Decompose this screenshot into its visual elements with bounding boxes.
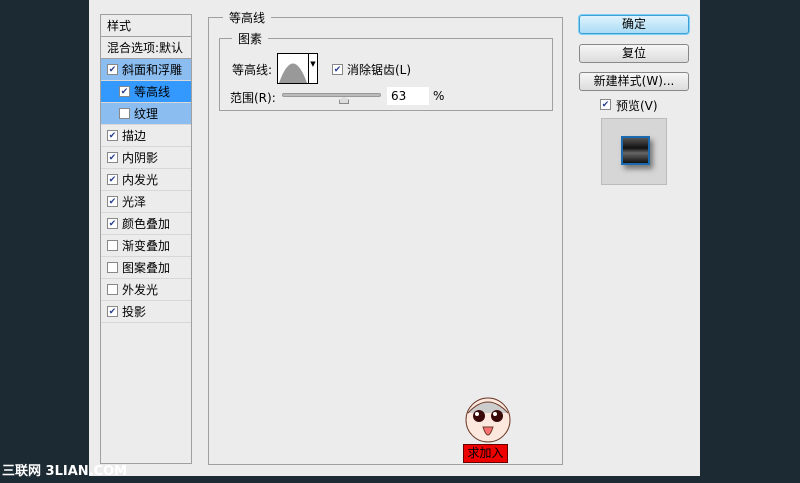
range-input[interactable]: 63 xyxy=(387,87,429,105)
group-title: 图素 xyxy=(232,30,269,47)
style-item-label: 图案叠加 xyxy=(122,260,171,275)
style-item[interactable]: ✔ 内阴影 xyxy=(101,147,191,169)
style-checkbox[interactable]: ✔ xyxy=(119,86,130,97)
style-item-label: 纹理 xyxy=(134,106,159,121)
style-item[interactable]: ✔ 描边 xyxy=(101,125,191,147)
contour-curve-icon xyxy=(279,63,307,83)
style-checkbox[interactable] xyxy=(107,240,118,251)
chevron-down-icon[interactable]: ▼ xyxy=(308,54,317,83)
sticker-label: 求加入 xyxy=(463,444,508,463)
reset-button[interactable]: 复位 xyxy=(579,44,689,63)
style-item-label: 内阴影 xyxy=(122,150,159,165)
style-checkbox[interactable]: ✔ xyxy=(107,306,118,317)
style-checkbox[interactable]: ✔ xyxy=(107,130,118,141)
ok-button[interactable]: 确定 xyxy=(579,15,689,34)
preview-label: 预览(V) xyxy=(616,99,658,113)
contour-label: 等高线: xyxy=(232,63,273,77)
range-slider[interactable] xyxy=(282,93,381,104)
style-item-label: 光泽 xyxy=(122,194,147,209)
blending-options-label: 混合选项:默认 xyxy=(107,40,184,55)
style-checkbox[interactable]: ✔ xyxy=(107,218,118,229)
style-checkbox[interactable]: ✔ xyxy=(107,174,118,185)
style-preview xyxy=(601,118,667,185)
styles-header[interactable]: 样式 xyxy=(101,15,191,37)
contour-picker[interactable]: ▼ xyxy=(277,53,318,84)
range-label: 范围(R): xyxy=(230,91,276,105)
style-item-label: 渐变叠加 xyxy=(122,238,171,253)
style-checkbox[interactable]: ✔ xyxy=(107,64,118,75)
style-checkbox[interactable] xyxy=(107,284,118,295)
style-item[interactable]: ✔ 颜色叠加 xyxy=(101,213,191,235)
cartoon-face-icon xyxy=(465,397,511,443)
style-item[interactable]: ✔ 投影 xyxy=(101,301,191,323)
style-item-label: 等高线 xyxy=(134,84,171,99)
style-item[interactable]: ✔ 斜面和浮雕 xyxy=(101,59,191,81)
style-item[interactable]: 图案叠加 xyxy=(101,257,191,279)
preview-checkbox[interactable]: ✔ xyxy=(600,99,611,110)
style-checkbox[interactable]: ✔ xyxy=(107,152,118,163)
style-item-label: 斜面和浮雕 xyxy=(122,62,183,77)
sticker-image: 求加入 xyxy=(460,393,516,466)
new-style-button[interactable]: 新建样式(W)... xyxy=(579,72,689,91)
elements-group: 图素 等高线: ▼ ✔ 消除锯齿(L) 范围(R): 63 % xyxy=(219,30,553,111)
styles-list: 样式 混合选项:默认 ✔ 斜面和浮雕 ✔ 等高线纹理 ✔ 描边 ✔ 内阴影 ✔ 内发光 ✔ 光泽 ✔ 颜色… xyxy=(100,14,192,464)
style-item-label: 外发光 xyxy=(122,282,159,297)
range-unit: % xyxy=(433,89,445,103)
style-item-label: 内发光 xyxy=(122,172,159,187)
antialias-checkbox[interactable]: ✔ xyxy=(332,64,343,75)
style-item[interactable]: ✔ 内发光 xyxy=(101,169,191,191)
layer-style-dialog: 样式 混合选项:默认 ✔ 斜面和浮雕 ✔ 等高线纹理 ✔ 描边 ✔ 内阴影 ✔ 内发光 ✔ 光泽 ✔ 颜色… xyxy=(89,0,700,476)
antialias-label: 消除锯齿(L) xyxy=(347,63,412,77)
style-item[interactable]: 渐变叠加 xyxy=(101,235,191,257)
blending-options[interactable]: 混合选项:默认 xyxy=(101,37,191,59)
style-item-label: 投影 xyxy=(122,304,147,319)
style-item[interactable]: 外发光 xyxy=(101,279,191,301)
style-item[interactable]: 纹理 xyxy=(101,103,191,125)
panel-title: 等高线 xyxy=(223,9,272,26)
style-item[interactable]: ✔ 等高线 xyxy=(101,81,191,103)
preview-swatch xyxy=(621,136,650,165)
style-item-label: 描边 xyxy=(122,128,147,143)
style-checkbox[interactable] xyxy=(107,262,118,273)
styles-header-label: 样式 xyxy=(107,18,132,33)
range-slider-thumb[interactable] xyxy=(339,96,350,104)
style-item[interactable]: ✔ 光泽 xyxy=(101,191,191,213)
style-checkbox[interactable]: ✔ xyxy=(107,196,118,207)
watermark: 三联网 3LIAN.COM xyxy=(2,464,128,479)
contour-panel: 等高线 图素 等高线: ▼ ✔ 消除锯齿(L) 范围(R): 63 % 求加入 xyxy=(208,9,563,466)
style-checkbox[interactable] xyxy=(119,108,130,119)
style-item-label: 颜色叠加 xyxy=(122,216,171,231)
